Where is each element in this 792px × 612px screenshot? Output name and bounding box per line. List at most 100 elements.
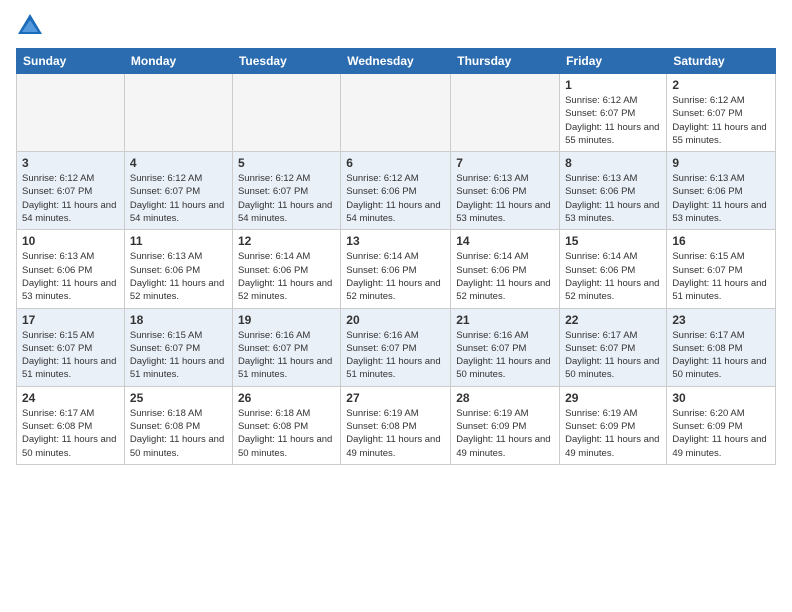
calendar-cell	[17, 74, 125, 152]
weekday-header-thursday: Thursday	[451, 49, 560, 74]
calendar-week-row: 3Sunrise: 6:12 AMSunset: 6:07 PMDaylight…	[17, 152, 776, 230]
day-info: Sunrise: 6:12 AMSunset: 6:07 PMDaylight:…	[22, 172, 119, 225]
calendar-cell: 8 Sunrise: 6:13 AMSunset: 6:06 PMDaylight…	[560, 152, 667, 230]
calendar-cell: 14Sunrise: 6:14 AMSunset: 6:06 PMDayligh…	[451, 230, 560, 308]
calendar-cell: 1 Sunrise: 6:12 AMSunset: 6:07 PMDaylight…	[560, 74, 667, 152]
day-number: 30	[672, 391, 770, 405]
calendar-cell: 4 Sunrise: 6:12 AMSunset: 6:07 PMDaylight…	[124, 152, 232, 230]
day-number: 19	[238, 313, 335, 327]
day-number: 13	[346, 234, 445, 248]
day-number: 8	[565, 156, 661, 170]
day-info: Sunrise: 6:19 AMSunset: 6:09 PMDaylight:…	[565, 407, 661, 460]
day-info: Sunrise: 6:18 AMSunset: 6:08 PMDaylight:…	[238, 407, 335, 460]
day-number: 4	[130, 156, 227, 170]
calendar-cell: 25 Sunrise: 6:18 AMSunset: 6:08 PMDayligh…	[124, 386, 232, 464]
calendar: SundayMondayTuesdayWednesdayThursdayFrid…	[16, 48, 776, 465]
calendar-cell: 29 Sunrise: 6:19 AMSunset: 6:09 PMDayligh…	[560, 386, 667, 464]
calendar-cell: 23 Sunrise: 6:17 AMSunset: 6:08 PMDayligh…	[667, 308, 776, 386]
calendar-cell: 9 Sunrise: 6:13 AMSunset: 6:06 PMDaylight…	[667, 152, 776, 230]
calendar-week-row: 17 Sunrise: 6:15 AMSunset: 6:07 PMDayligh…	[17, 308, 776, 386]
day-number: 27	[346, 391, 445, 405]
logo	[16, 12, 48, 40]
weekday-header-wednesday: Wednesday	[341, 49, 451, 74]
day-number: 2	[672, 78, 770, 92]
calendar-cell: 28 Sunrise: 6:19 AMSunset: 6:09 PMDayligh…	[451, 386, 560, 464]
day-info: Sunrise: 6:13 AMSunset: 6:06 PMDaylight:…	[456, 172, 554, 225]
day-number: 26	[238, 391, 335, 405]
calendar-cell: 20 Sunrise: 6:16 AMSunset: 6:07 PMDayligh…	[341, 308, 451, 386]
day-number: 21	[456, 313, 554, 327]
day-info: Sunrise: 6:17 AMSunset: 6:08 PMDaylight:…	[672, 329, 770, 382]
day-number: 17	[22, 313, 119, 327]
calendar-cell	[451, 74, 560, 152]
day-info: Sunrise: 6:12 AMSunset: 6:07 PMDaylight:…	[130, 172, 227, 225]
calendar-week-row: 24 Sunrise: 6:17 AMSunset: 6:08 PMDayligh…	[17, 386, 776, 464]
day-number: 18	[130, 313, 227, 327]
calendar-cell: 11Sunrise: 6:13 AMSunset: 6:06 PMDayligh…	[124, 230, 232, 308]
day-info: Sunrise: 6:14 AMSunset: 6:06 PMDaylight:…	[565, 250, 661, 303]
day-info: Sunrise: 6:13 AMSunset: 6:06 PMDaylight:…	[22, 250, 119, 303]
day-info: Sunrise: 6:18 AMSunset: 6:08 PMDaylight:…	[130, 407, 227, 460]
weekday-header-row: SundayMondayTuesdayWednesdayThursdayFrid…	[17, 49, 776, 74]
calendar-cell: 13Sunrise: 6:14 AMSunset: 6:06 PMDayligh…	[341, 230, 451, 308]
calendar-week-row: 1 Sunrise: 6:12 AMSunset: 6:07 PMDaylight…	[17, 74, 776, 152]
weekday-header-sunday: Sunday	[17, 49, 125, 74]
day-info: Sunrise: 6:12 AMSunset: 6:07 PMDaylight:…	[565, 94, 661, 147]
day-number: 15	[565, 234, 661, 248]
day-info: Sunrise: 6:19 AMSunset: 6:09 PMDaylight:…	[456, 407, 554, 460]
calendar-cell: 19 Sunrise: 6:16 AMSunset: 6:07 PMDayligh…	[232, 308, 340, 386]
weekday-header-saturday: Saturday	[667, 49, 776, 74]
day-info: Sunrise: 6:15 AMSunset: 6:07 PMDaylight:…	[22, 329, 119, 382]
calendar-cell: 15 Sunrise: 6:14 AMSunset: 6:06 PMDayligh…	[560, 230, 667, 308]
calendar-cell: 3Sunrise: 6:12 AMSunset: 6:07 PMDaylight…	[17, 152, 125, 230]
logo-icon	[16, 12, 44, 40]
day-number: 22	[565, 313, 661, 327]
day-info: Sunrise: 6:16 AMSunset: 6:07 PMDaylight:…	[346, 329, 445, 382]
day-number: 28	[456, 391, 554, 405]
day-number: 24	[22, 391, 119, 405]
calendar-cell: 6 Sunrise: 6:12 AMSunset: 6:06 PMDaylight…	[341, 152, 451, 230]
day-info: Sunrise: 6:17 AMSunset: 6:07 PMDaylight:…	[565, 329, 661, 382]
day-number: 25	[130, 391, 227, 405]
day-number: 23	[672, 313, 770, 327]
calendar-cell: 27 Sunrise: 6:19 AMSunset: 6:08 PMDayligh…	[341, 386, 451, 464]
day-number: 10	[22, 234, 119, 248]
calendar-cell: 16 Sunrise: 6:15 AMSunset: 6:07 PMDayligh…	[667, 230, 776, 308]
day-number: 29	[565, 391, 661, 405]
calendar-cell: 2 Sunrise: 6:12 AMSunset: 6:07 PMDaylight…	[667, 74, 776, 152]
day-info: Sunrise: 6:12 AMSunset: 6:06 PMDaylight:…	[346, 172, 445, 225]
day-info: Sunrise: 6:19 AMSunset: 6:08 PMDaylight:…	[346, 407, 445, 460]
day-info: Sunrise: 6:12 AMSunset: 6:07 PMDaylight:…	[672, 94, 770, 147]
day-info: Sunrise: 6:14 AMSunset: 6:06 PMDaylight:…	[456, 250, 554, 303]
day-info: Sunrise: 6:13 AMSunset: 6:06 PMDaylight:…	[672, 172, 770, 225]
day-number: 16	[672, 234, 770, 248]
day-info: Sunrise: 6:12 AMSunset: 6:07 PMDaylight:…	[238, 172, 335, 225]
weekday-header-monday: Monday	[124, 49, 232, 74]
calendar-cell: 24 Sunrise: 6:17 AMSunset: 6:08 PMDayligh…	[17, 386, 125, 464]
calendar-cell: 21 Sunrise: 6:16 AMSunset: 6:07 PMDayligh…	[451, 308, 560, 386]
day-info: Sunrise: 6:15 AMSunset: 6:07 PMDaylight:…	[672, 250, 770, 303]
day-number: 6	[346, 156, 445, 170]
day-number: 5	[238, 156, 335, 170]
day-info: Sunrise: 6:16 AMSunset: 6:07 PMDaylight:…	[238, 329, 335, 382]
calendar-cell: 18Sunrise: 6:15 AMSunset: 6:07 PMDayligh…	[124, 308, 232, 386]
day-info: Sunrise: 6:17 AMSunset: 6:08 PMDaylight:…	[22, 407, 119, 460]
calendar-cell: 12Sunrise: 6:14 AMSunset: 6:06 PMDayligh…	[232, 230, 340, 308]
day-number: 20	[346, 313, 445, 327]
day-info: Sunrise: 6:13 AMSunset: 6:06 PMDaylight:…	[565, 172, 661, 225]
day-number: 12	[238, 234, 335, 248]
calendar-week-row: 10 Sunrise: 6:13 AMSunset: 6:06 PMDayligh…	[17, 230, 776, 308]
calendar-cell: 26 Sunrise: 6:18 AMSunset: 6:08 PMDayligh…	[232, 386, 340, 464]
day-number: 11	[130, 234, 227, 248]
day-info: Sunrise: 6:20 AMSunset: 6:09 PMDaylight:…	[672, 407, 770, 460]
calendar-cell: 7Sunrise: 6:13 AMSunset: 6:06 PMDaylight…	[451, 152, 560, 230]
weekday-header-tuesday: Tuesday	[232, 49, 340, 74]
calendar-cell	[124, 74, 232, 152]
calendar-cell: 30 Sunrise: 6:20 AMSunset: 6:09 PMDayligh…	[667, 386, 776, 464]
calendar-cell: 17 Sunrise: 6:15 AMSunset: 6:07 PMDayligh…	[17, 308, 125, 386]
day-number: 1	[565, 78, 661, 92]
day-number: 9	[672, 156, 770, 170]
calendar-cell	[341, 74, 451, 152]
day-info: Sunrise: 6:16 AMSunset: 6:07 PMDaylight:…	[456, 329, 554, 382]
page: SundayMondayTuesdayWednesdayThursdayFrid…	[0, 0, 792, 612]
